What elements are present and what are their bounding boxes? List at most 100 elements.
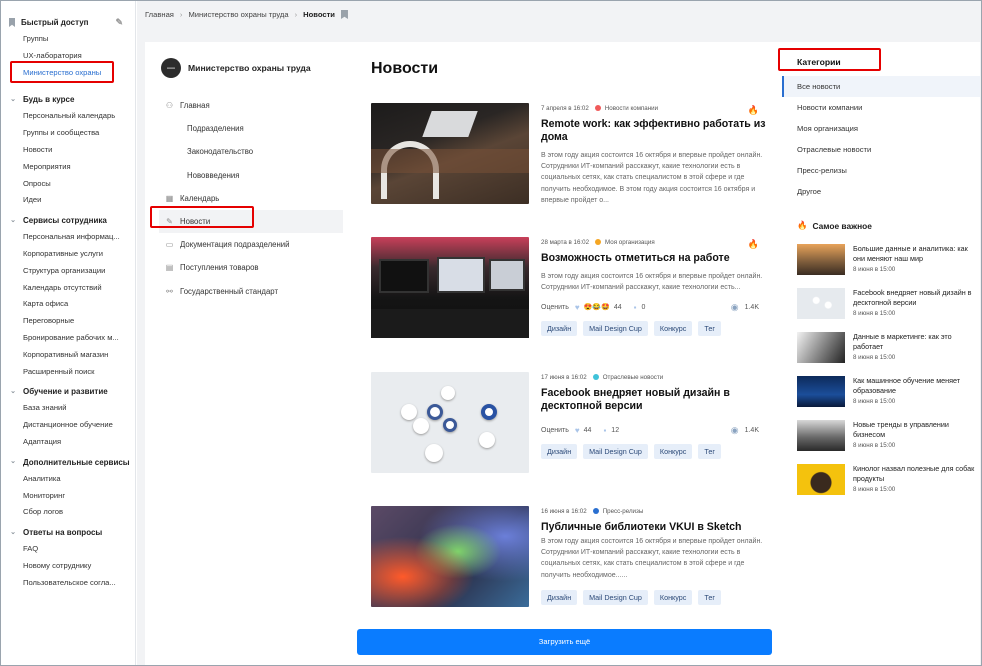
important-title: Кинолог назвал полезные для собак продук…: [853, 464, 975, 483]
nav-documentation[interactable]: ▭ Документация подразделений: [165, 233, 343, 256]
heart-icon[interactable]: ♥: [575, 303, 580, 312]
article-category[interactable]: Отраслевые новости: [603, 374, 663, 381]
tag[interactable]: Тег: [698, 589, 721, 605]
tag[interactable]: Конкурс: [653, 444, 693, 459]
sidebar-item[interactable]: Мониторинг: [1, 488, 129, 505]
article-date: 17 июня в 16:02: [541, 373, 587, 381]
rate-label[interactable]: Оценить: [541, 304, 569, 311]
sidebar-item[interactable]: Карта офиса: [1, 296, 129, 313]
sidebar-item[interactable]: Аналитика: [1, 471, 129, 488]
sidebar-item[interactable]: Расширенный поиск: [1, 364, 129, 381]
nav-calendar[interactable]: ▦ Календарь: [165, 187, 343, 210]
sidebar-item[interactable]: FAQ: [1, 541, 129, 558]
nav-departments[interactable]: Подразделения: [165, 117, 343, 140]
comment-icon[interactable]: ▪: [634, 303, 637, 312]
sidebar-item-groups[interactable]: Группы: [1, 31, 129, 48]
comment-icon[interactable]: ▪: [603, 426, 606, 435]
important-item[interactable]: Facebook внедряет новый дизайн в десктоп…: [782, 288, 980, 319]
section-header-faq[interactable]: ⌄ Ответы на вопросы: [1, 524, 135, 541]
quick-access-header[interactable]: Быстрый доступ ✎: [1, 14, 135, 31]
left-sidebar: Быстрый доступ ✎ Группы UX-лаборатория М…: [1, 1, 136, 665]
calendar-icon: ▦: [165, 193, 174, 203]
tag[interactable]: Дизайн: [541, 444, 578, 459]
important-item[interactable]: Кинолог назвал полезные для собак продук…: [782, 464, 980, 495]
sidebar-item[interactable]: Дистанционное обучение: [1, 417, 129, 434]
important-thumb: [797, 244, 845, 275]
tag[interactable]: Дизайн: [541, 321, 578, 337]
edit-pencil-icon[interactable]: ✎: [115, 17, 123, 28]
section-header-stay-informed[interactable]: ⌄ Будь в курсе: [1, 91, 135, 108]
article-title[interactable]: Возможность отметиться на работе: [541, 252, 767, 265]
bookmark-add-icon[interactable]: [340, 10, 348, 19]
sidebar-item[interactable]: Новому сотруднику: [1, 558, 129, 575]
sidebar-item[interactable]: Структура организации: [1, 263, 129, 280]
category-company-news[interactable]: Новости компании: [782, 97, 980, 118]
article-image[interactable]: [371, 506, 529, 607]
load-more-button[interactable]: Загрузить ещё: [357, 629, 772, 655]
category-all-news[interactable]: Все новости: [782, 76, 980, 97]
nav-news[interactable]: ✎ Новости: [159, 209, 343, 234]
section-header-employee-services[interactable]: ⌄ Сервисы сотрудника: [1, 212, 135, 229]
sidebar-item[interactable]: Персональный календарь: [1, 108, 129, 125]
sidebar-item[interactable]: Персональная информац...: [1, 229, 129, 246]
tag[interactable]: Дизайн: [541, 589, 578, 605]
tag[interactable]: Конкурс: [653, 321, 693, 337]
category-industry-news[interactable]: Отраслевые новости: [782, 139, 980, 160]
article-image[interactable]: [371, 237, 529, 338]
article-title[interactable]: Facebook внедряет новый дизайн в десктоп…: [541, 387, 767, 413]
sidebar-item[interactable]: Сбор логов: [1, 504, 129, 521]
article-category[interactable]: Пресс-релизы: [603, 508, 644, 515]
heart-icon[interactable]: ♥: [575, 426, 580, 435]
article-title[interactable]: Remote work: как эффективно работать из …: [541, 118, 767, 144]
sidebar-item[interactable]: Адаптация: [1, 434, 129, 451]
tag[interactable]: Mail Design Cup: [583, 444, 648, 459]
sidebar-item-ux-lab[interactable]: UX-лаборатория: [1, 48, 129, 65]
breadcrumb-home[interactable]: Главная: [145, 10, 174, 19]
important-item[interactable]: Как машинное обучение меняет образование…: [782, 376, 980, 407]
important-item[interactable]: Большие данные и аналитика: как они меня…: [782, 244, 980, 275]
category-my-org[interactable]: Моя организация: [782, 118, 980, 139]
nav-goods-receipts[interactable]: ▤ Поступления товаров: [165, 256, 343, 279]
article-image[interactable]: [371, 372, 529, 473]
article-stats: Оценить ♥ 😍😂🤩 44 ▪ 0 ◉ 1.4K: [541, 302, 767, 312]
tag[interactable]: Mail Design Cup: [583, 589, 648, 605]
sidebar-item[interactable]: Пользовательское согла...: [1, 575, 129, 592]
sidebar-item[interactable]: Корпоративные услуги: [1, 246, 129, 263]
important-date: 8 июня в 15:00: [853, 354, 896, 361]
rate-label[interactable]: Оценить: [541, 427, 569, 434]
sidebar-item[interactable]: Идеи: [1, 192, 129, 209]
sidebar-item[interactable]: Переговорные: [1, 313, 129, 330]
article-stats: Оценить ♥ 44 ▪ 12 ◉ 1.4K: [541, 425, 767, 435]
section-header-extra-services[interactable]: ⌄ Дополнительные сервисы: [1, 454, 135, 471]
tag[interactable]: Конкурс: [653, 589, 693, 605]
nav-home[interactable]: ⚇ Главная: [165, 94, 343, 117]
section-header-learning[interactable]: ⌄ Обучение и развитие: [1, 383, 135, 400]
breadcrumb-org[interactable]: Министерство охраны труда: [188, 10, 288, 19]
sidebar-item[interactable]: Мероприятия: [1, 159, 129, 176]
sidebar-item[interactable]: Бронирование рабочих м...: [1, 330, 129, 347]
nav-state-standard[interactable]: ⚯ Государственный стандарт: [165, 280, 343, 303]
nav-innovations[interactable]: Нововведения: [165, 164, 343, 187]
category-other[interactable]: Другое: [782, 181, 980, 202]
article-category[interactable]: Моя организация: [605, 239, 655, 246]
sidebar-item[interactable]: Корпоративный магазин: [1, 347, 129, 364]
sidebar-item-ministry[interactable]: Министерство охраны: [1, 65, 129, 82]
category-press-releases[interactable]: Пресс-релизы: [782, 160, 980, 181]
tag[interactable]: Тег: [698, 321, 721, 337]
sidebar-item[interactable]: База знаний: [1, 400, 129, 417]
important-item[interactable]: Данные в маркетинге: как это работает 8 и…: [782, 332, 980, 363]
article-image[interactable]: [371, 103, 529, 204]
sidebar-item[interactable]: Новости: [1, 142, 129, 159]
nav-legislation[interactable]: Законодательство: [165, 140, 343, 163]
article-category[interactable]: Новости компании: [605, 105, 658, 112]
bookmark-icon: [9, 18, 15, 27]
tag[interactable]: Mail Design Cup: [583, 321, 648, 337]
sidebar-item[interactable]: Группы и сообщества: [1, 125, 129, 142]
sidebar-item[interactable]: Календарь отсутствий: [1, 280, 129, 297]
article-title[interactable]: Публичные библиотеки VKUI в Sketch: [541, 521, 767, 534]
chevron-down-icon: ⌄: [10, 216, 16, 224]
tag[interactable]: Тег: [698, 444, 721, 459]
sidebar-item[interactable]: Опросы: [1, 176, 129, 193]
chevron-right-icon: ›: [294, 10, 298, 19]
important-item[interactable]: Новые тренды в управлении бизнесом 8 июня…: [782, 420, 980, 451]
